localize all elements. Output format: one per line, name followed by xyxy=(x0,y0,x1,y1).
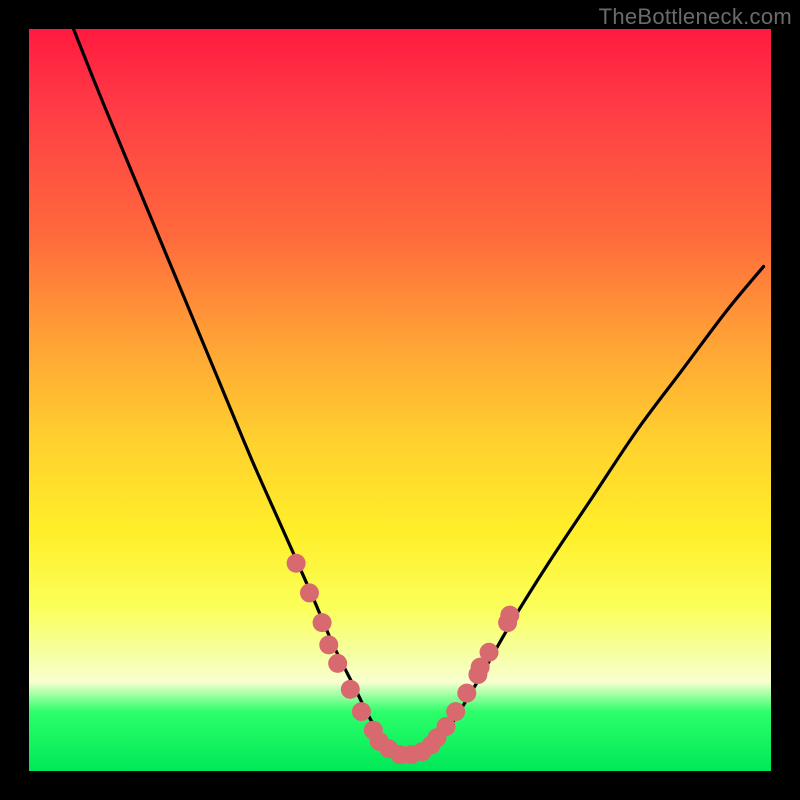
curve-marker xyxy=(446,702,465,721)
bottleneck-curve xyxy=(74,29,764,758)
curve-marker xyxy=(300,583,319,602)
curve-marker xyxy=(328,654,347,673)
curve-marker xyxy=(313,613,332,632)
watermark-text: TheBottleneck.com xyxy=(599,4,792,30)
curve-layer xyxy=(29,29,771,771)
curve-marker xyxy=(319,635,338,654)
curve-markers xyxy=(287,554,520,764)
curve-marker xyxy=(352,702,371,721)
plot-area xyxy=(29,29,771,771)
curve-marker xyxy=(341,680,360,699)
curve-marker xyxy=(480,643,499,662)
curve-marker xyxy=(500,606,519,625)
chart-frame: TheBottleneck.com xyxy=(0,0,800,800)
curve-marker xyxy=(457,684,476,703)
curve-marker xyxy=(287,554,306,573)
